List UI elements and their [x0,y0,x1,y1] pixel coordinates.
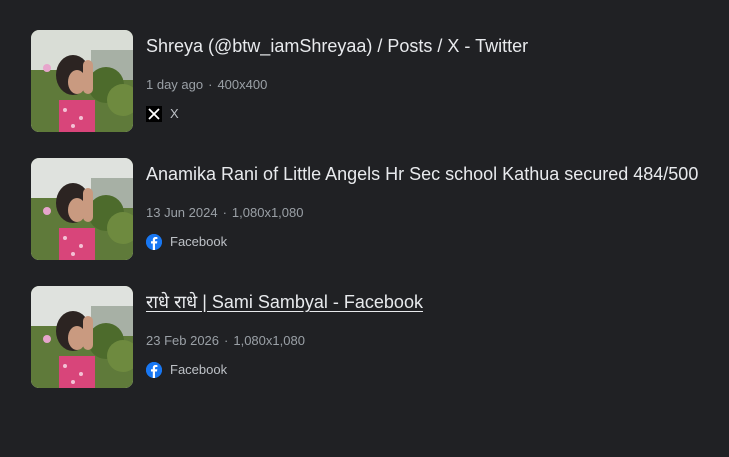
result-meta: 23 Feb 2026 · 1,080x1,080 [146,333,423,349]
result-source-label: Facebook [170,362,228,377]
result-item[interactable]: Shreya (@btw_iamShreyaa) / Posts / X - T… [31,30,721,132]
result-info: Shreya (@btw_iamShreyaa) / Posts / X - T… [146,30,528,123]
result-item[interactable]: Anamika Rani of Little Angels Hr Sec sch… [31,158,721,260]
result-dimensions: 1,080x1,080 [233,333,305,348]
image-results-list: Shreya (@btw_iamShreyaa) / Posts / X - T… [31,30,721,414]
result-title-link[interactable]: राधे राधे | Sami Sambyal - Facebook [146,290,423,314]
x-logo-icon [146,106,162,122]
result-source[interactable]: X [146,105,528,123]
result-dimensions: 400x400 [217,77,268,92]
result-title-link[interactable]: Anamika Rani of Little Angels Hr Sec sch… [146,162,698,186]
result-thumbnail[interactable] [31,30,133,132]
result-title-link[interactable]: Shreya (@btw_iamShreyaa) / Posts / X - T… [146,34,528,58]
result-source[interactable]: Facebook [146,361,423,379]
result-date: 1 day ago [146,77,204,92]
result-info: Anamika Rani of Little Angels Hr Sec sch… [146,158,698,251]
result-meta: 13 Jun 2024 · 1,080x1,080 [146,205,698,221]
result-dimensions: 1,080x1,080 [231,205,304,220]
meta-separator: · [222,205,227,220]
result-thumbnail[interactable] [31,158,133,260]
result-source[interactable]: Facebook [146,233,698,251]
facebook-logo-icon [146,234,162,250]
result-thumbnail[interactable] [31,286,133,388]
facebook-logo-icon [146,362,162,378]
result-source-label: Facebook [170,234,228,249]
meta-separator: · [224,333,229,348]
result-item[interactable]: राधे राधे | Sami Sambyal - Facebook 23 F… [31,286,721,388]
result-date: 13 Jun 2024 [146,205,218,220]
meta-separator: · [208,77,213,92]
result-info: राधे राधे | Sami Sambyal - Facebook 23 F… [146,286,423,379]
result-meta: 1 day ago · 400x400 [146,77,528,93]
result-source-label: X [170,106,179,121]
result-date: 23 Feb 2026 [146,333,220,348]
